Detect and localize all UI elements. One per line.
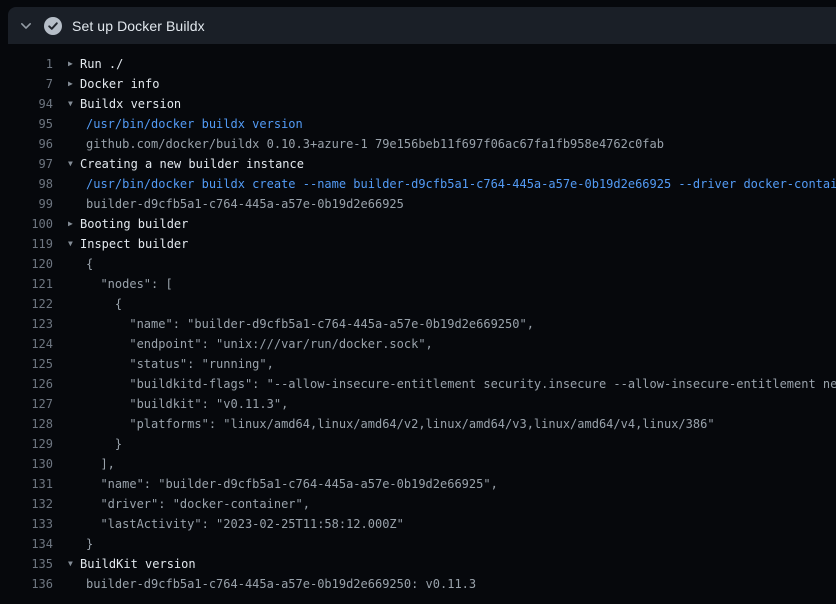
line-number[interactable]: 131 (0, 474, 53, 494)
log-row[interactable]: 94 ▼ Buildx version (0, 94, 836, 114)
line-number[interactable]: 134 (0, 534, 53, 554)
line-number[interactable]: 125 (0, 354, 53, 374)
collapse-toggle-icon[interactable]: ▼ (53, 234, 80, 254)
log-row: 127 "buildkit": "v0.11.3", (0, 394, 836, 414)
log-text: "driver": "docker-container", (80, 494, 836, 514)
log-row: 123 "name": "builder-d9cfb5a1-c764-445a-… (0, 314, 836, 334)
line-number[interactable]: 136 (0, 574, 53, 594)
collapse-toggle-icon[interactable]: ▼ (53, 94, 80, 114)
line-number[interactable]: 132 (0, 494, 53, 514)
step-header[interactable]: Set up Docker Buildx (8, 7, 836, 44)
line-number[interactable]: 7 (0, 74, 53, 94)
log-text: "endpoint": "unix:///var/run/docker.sock… (80, 334, 836, 354)
step-success-check-icon (44, 17, 62, 35)
line-number[interactable]: 96 (0, 134, 53, 154)
line-number[interactable]: 1 (0, 54, 53, 74)
line-number[interactable]: 100 (0, 214, 53, 234)
log-row: 96 github.com/docker/buildx 0.10.3+azure… (0, 134, 836, 154)
log-row[interactable]: 97 ▼ Creating a new builder instance (0, 154, 836, 174)
log-text: ], (80, 454, 836, 474)
log-viewer[interactable]: 1 ▶ Run ./ 7 ▶ Docker info 94 ▼ Buildx v… (0, 44, 836, 594)
log-text: { (80, 294, 836, 314)
log-row[interactable]: 100 ▶ Booting builder (0, 214, 836, 234)
log-row: 126 "buildkitd-flags": "--allow-insecure… (0, 374, 836, 394)
collapse-toggle-icon[interactable]: ▼ (53, 154, 80, 174)
expand-toggle-icon[interactable]: ▶ (53, 54, 80, 74)
log-text: /usr/bin/docker buildx create --name bui… (80, 174, 836, 194)
log-row: 121 "nodes": [ (0, 274, 836, 294)
log-text: } (80, 434, 836, 454)
step-title: Set up Docker Buildx (72, 18, 205, 34)
line-number[interactable]: 95 (0, 114, 53, 134)
log-row: 99 builder-d9cfb5a1-c764-445a-a57e-0b19d… (0, 194, 836, 214)
chevron-down-icon[interactable] (18, 18, 34, 34)
log-row: 95 /usr/bin/docker buildx version (0, 114, 836, 134)
log-row[interactable]: 135 ▼ BuildKit version (0, 554, 836, 574)
line-number[interactable]: 122 (0, 294, 53, 314)
log-row[interactable]: 7 ▶ Docker info (0, 74, 836, 94)
line-number[interactable]: 127 (0, 394, 53, 414)
log-text: Inspect builder (80, 234, 836, 254)
line-number[interactable]: 97 (0, 154, 53, 174)
log-row: 131 "name": "builder-d9cfb5a1-c764-445a-… (0, 474, 836, 494)
log-row: 129 } (0, 434, 836, 454)
line-number[interactable]: 94 (0, 94, 53, 114)
log-row: 122 { (0, 294, 836, 314)
line-number[interactable]: 119 (0, 234, 53, 254)
line-number[interactable]: 121 (0, 274, 53, 294)
log-text: "platforms": "linux/amd64,linux/amd64/v2… (80, 414, 836, 434)
log-text: "buildkit": "v0.11.3", (80, 394, 836, 414)
line-number[interactable]: 120 (0, 254, 53, 274)
log-row: 128 "platforms": "linux/amd64,linux/amd6… (0, 414, 836, 434)
line-number[interactable]: 99 (0, 194, 53, 214)
line-number[interactable]: 124 (0, 334, 53, 354)
log-row: 132 "driver": "docker-container", (0, 494, 836, 514)
line-number[interactable]: 98 (0, 174, 53, 194)
line-number[interactable]: 133 (0, 514, 53, 534)
log-row[interactable]: 119 ▼ Inspect builder (0, 234, 836, 254)
log-text: { (80, 254, 836, 274)
expand-toggle-icon[interactable]: ▶ (53, 214, 80, 234)
log-row: 130 ], (0, 454, 836, 474)
log-text: Run ./ (80, 54, 836, 74)
log-row[interactable]: 1 ▶ Run ./ (0, 54, 836, 74)
log-row: 124 "endpoint": "unix:///var/run/docker.… (0, 334, 836, 354)
collapse-toggle-icon[interactable]: ▼ (53, 554, 80, 574)
expand-toggle-icon[interactable]: ▶ (53, 74, 80, 94)
log-row: 125 "status": "running", (0, 354, 836, 374)
line-number[interactable]: 123 (0, 314, 53, 334)
line-number[interactable]: 126 (0, 374, 53, 394)
log-text: builder-d9cfb5a1-c764-445a-a57e-0b19d2e6… (80, 574, 836, 594)
log-text: Docker info (80, 74, 836, 94)
log-text: BuildKit version (80, 554, 836, 574)
log-text: } (80, 534, 836, 554)
line-number[interactable]: 130 (0, 454, 53, 474)
log-text: /usr/bin/docker buildx version (80, 114, 836, 134)
log-text: "name": "builder-d9cfb5a1-c764-445a-a57e… (80, 314, 836, 334)
log-text: "buildkitd-flags": "--allow-insecure-ent… (80, 374, 836, 394)
log-row: 120 { (0, 254, 836, 274)
log-text: github.com/docker/buildx 0.10.3+azure-1 … (80, 134, 836, 154)
log-text: "nodes": [ (80, 274, 836, 294)
line-number[interactable]: 129 (0, 434, 53, 454)
log-row: 134 } (0, 534, 836, 554)
log-text: "lastActivity": "2023-02-25T11:58:12.000… (80, 514, 836, 534)
log-text: Booting builder (80, 214, 836, 234)
log-text: builder-d9cfb5a1-c764-445a-a57e-0b19d2e6… (80, 194, 836, 214)
log-text: Buildx version (80, 94, 836, 114)
log-row: 98 /usr/bin/docker buildx create --name … (0, 174, 836, 194)
log-row: 133 "lastActivity": "2023-02-25T11:58:12… (0, 514, 836, 534)
log-text: "status": "running", (80, 354, 836, 374)
line-number[interactable]: 128 (0, 414, 53, 434)
line-number[interactable]: 135 (0, 554, 53, 574)
log-text: "name": "builder-d9cfb5a1-c764-445a-a57e… (80, 474, 836, 494)
log-row: 136 builder-d9cfb5a1-c764-445a-a57e-0b19… (0, 574, 836, 594)
log-text: Creating a new builder instance (80, 154, 836, 174)
